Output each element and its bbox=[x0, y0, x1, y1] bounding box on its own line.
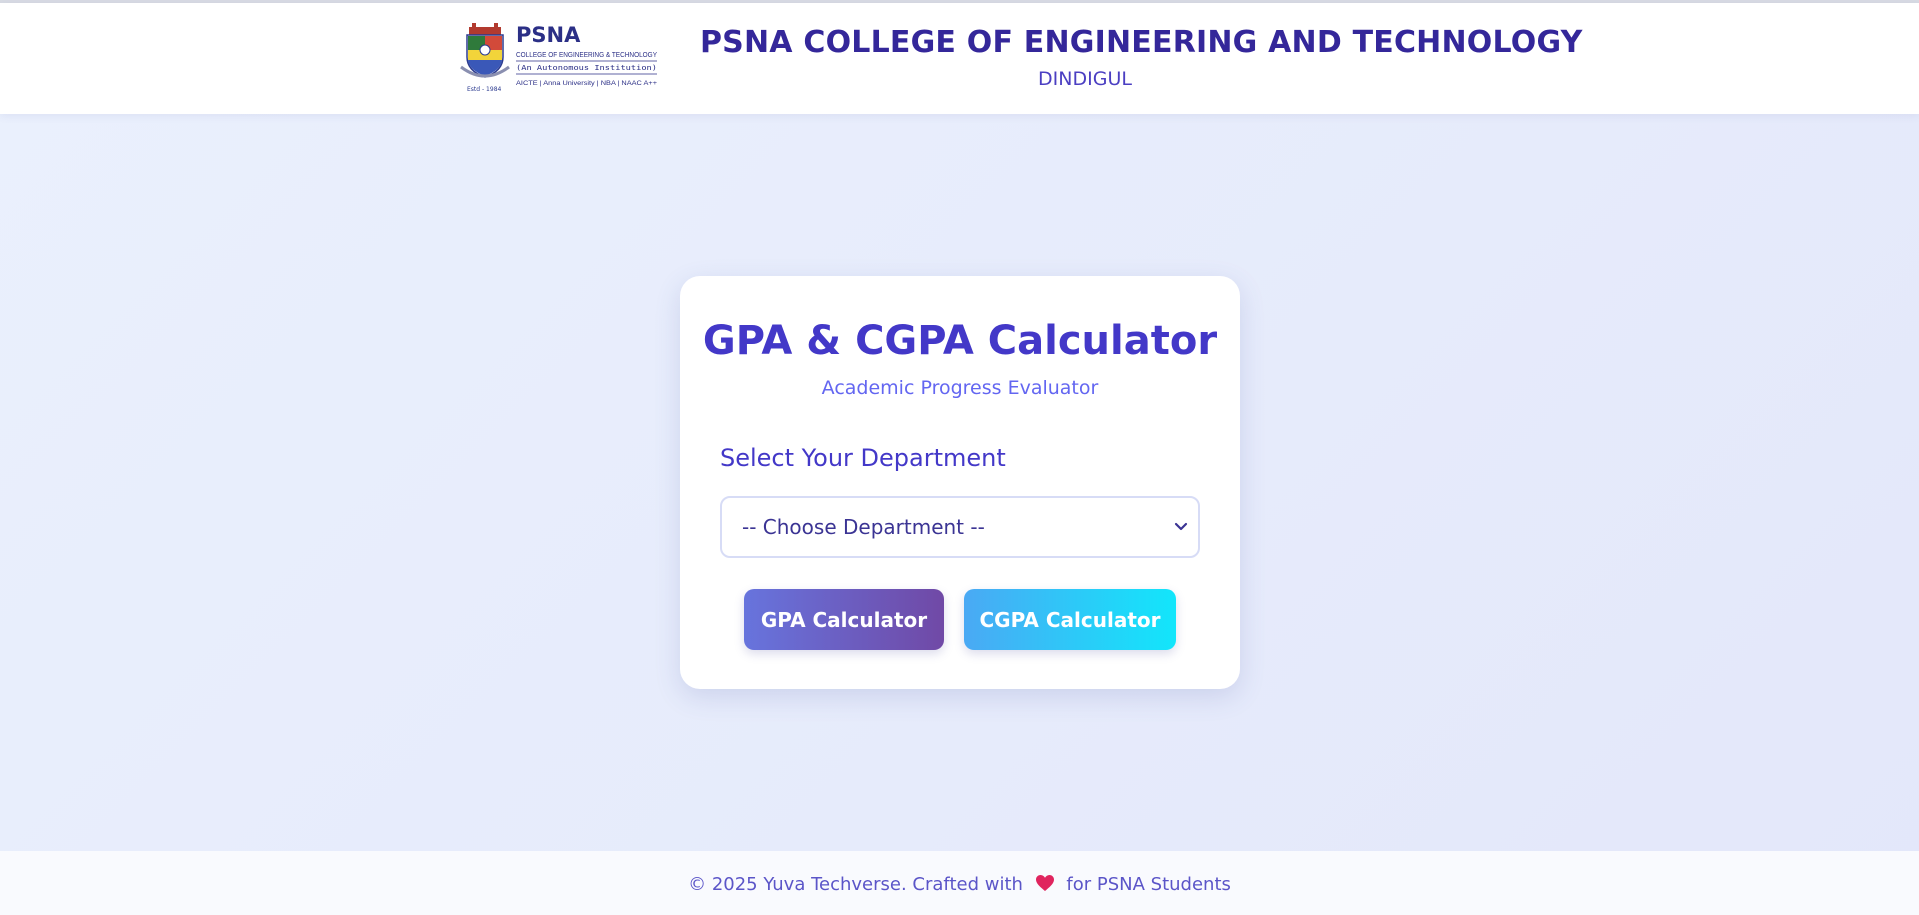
department-select-value: -- Choose Department -- bbox=[742, 515, 985, 539]
page-title: GPA & CGPA Calculator bbox=[702, 318, 1218, 364]
logo-line2: (An Autonomous Institution) bbox=[516, 63, 657, 72]
site-header: Estd - 1984 PSNA COLLEGE OF ENGINEERING … bbox=[0, 3, 1919, 114]
logo-name: PSNA bbox=[516, 23, 581, 47]
site-footer: © 2025 Yuva Techverse. Crafted with for … bbox=[0, 851, 1919, 915]
college-logo[interactable]: Estd - 1984 PSNA COLLEGE OF ENGINEERING … bbox=[459, 23, 659, 95]
logo-line1: COLLEGE OF ENGINEERING & TECHNOLOGY bbox=[516, 50, 657, 59]
department-select[interactable]: -- Choose Department -- bbox=[720, 496, 1200, 558]
footer-text-prefix: © 2025 Yuva Techverse. Crafted with bbox=[688, 874, 1023, 895]
footer-text-suffix: for PSNA Students bbox=[1066, 874, 1231, 895]
department-label: Select Your Department bbox=[720, 444, 1006, 472]
heart-icon bbox=[1035, 875, 1054, 891]
header-title-block: PSNA COLLEGE OF ENGINEERING AND TECHNOLO… bbox=[700, 25, 1583, 90]
logo-estd: Estd - 1984 bbox=[467, 86, 502, 93]
cgpa-calculator-button[interactable]: CGPA Calculator bbox=[964, 589, 1176, 650]
college-crest-icon: Estd - 1984 PSNA COLLEGE OF ENGINEERING … bbox=[460, 23, 658, 93]
logo-line3: AICTE | Anna University | NBA | NAAC A++ bbox=[516, 81, 658, 87]
chevron-down-icon bbox=[1174, 522, 1188, 531]
calculator-card: GPA & CGPA Calculator Academic Progress … bbox=[680, 276, 1240, 689]
college-city: DINDIGUL bbox=[1038, 68, 1132, 90]
page-subtitle: Academic Progress Evaluator bbox=[821, 377, 1099, 399]
college-name: PSNA COLLEGE OF ENGINEERING AND TECHNOLO… bbox=[700, 25, 1583, 60]
gpa-calculator-button[interactable]: GPA Calculator bbox=[744, 589, 944, 650]
